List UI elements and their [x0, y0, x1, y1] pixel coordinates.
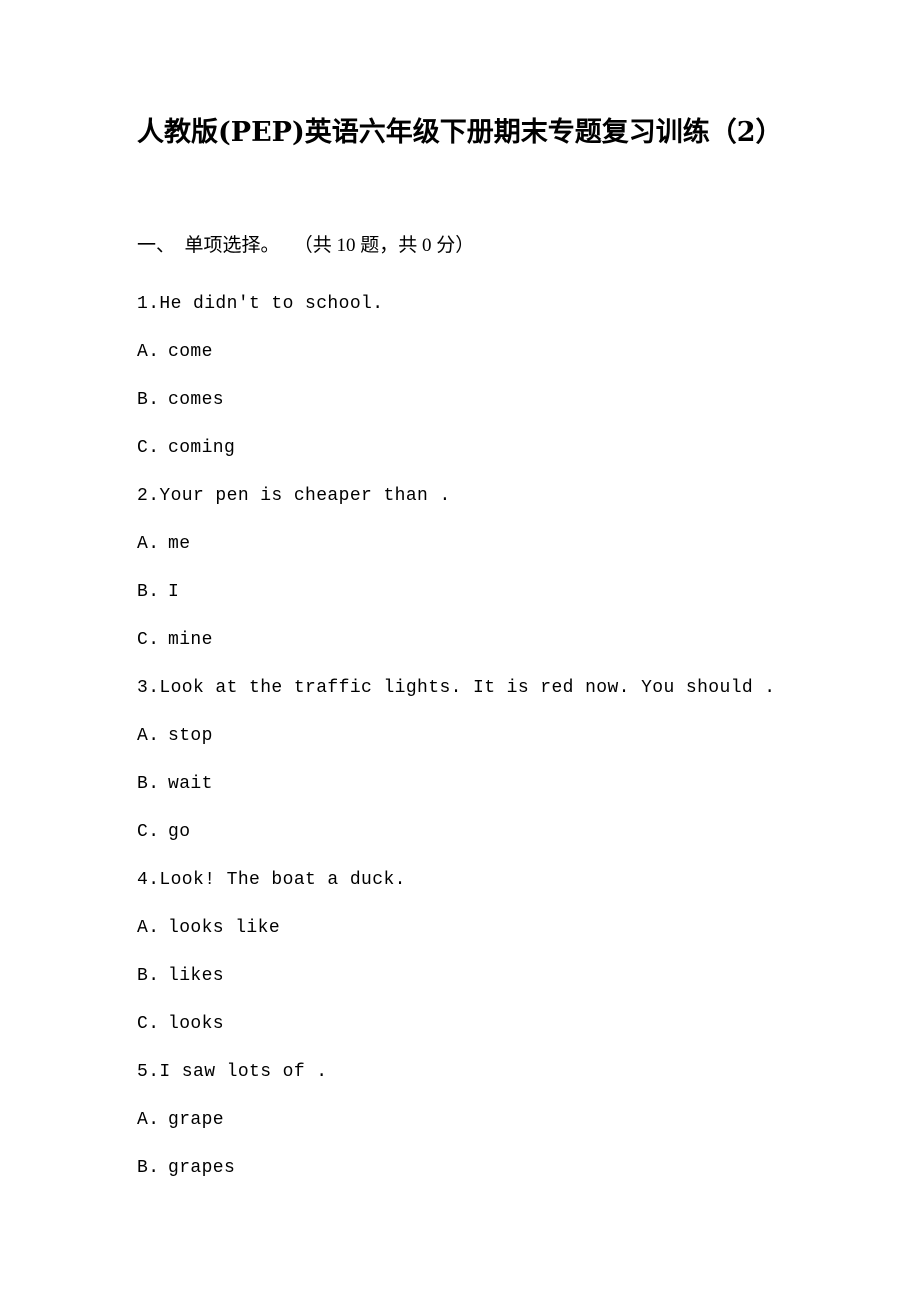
question-option[interactable]: A. me — [137, 520, 877, 568]
question-stem: 3.Look at the traffic lights. It is red … — [137, 678, 776, 698]
question-option[interactable]: A. grape — [137, 1096, 877, 1144]
question-option[interactable]: C. looks — [137, 1000, 877, 1048]
option-label: A. — [137, 534, 160, 554]
option-text: mine — [168, 630, 213, 650]
option-text: looks like — [168, 918, 281, 938]
question-item: 2.Your pen is cheaper than . A. me B. I C.… — [137, 472, 877, 664]
question-option[interactable]: B. I — [137, 568, 877, 616]
option-text: grape — [168, 1110, 225, 1130]
section-header-multiple-choice: 一、 单项选择。 （共 10 题，共 0 分） — [137, 235, 475, 256]
option-label: B. — [137, 582, 160, 602]
option-label: C. — [137, 630, 160, 650]
question-stem: 1.He didn't to school. — [137, 294, 384, 314]
question-option[interactable]: B. likes — [137, 952, 877, 1000]
option-text: looks — [168, 1014, 225, 1034]
option-label: A. — [137, 1110, 160, 1130]
question-item: 4.Look! The boat a duck. A. looks like B.… — [137, 856, 877, 1048]
question-option[interactable]: C. mine — [137, 616, 877, 664]
page-title: 人教版(PEP)英语六年级下册期末专题复习训练（2） — [137, 117, 783, 148]
question-option[interactable]: B. comes — [137, 376, 877, 424]
question-option[interactable]: C. coming — [137, 424, 877, 472]
question-stem: 5.I saw lots of . — [137, 1062, 328, 1082]
question-option[interactable]: C. go — [137, 808, 877, 856]
option-text: comes — [168, 390, 225, 410]
option-text: wait — [168, 774, 213, 794]
option-label: A. — [137, 342, 160, 362]
option-label: C. — [137, 1014, 160, 1034]
question-option[interactable]: B. wait — [137, 760, 877, 808]
question-option[interactable]: A. stop — [137, 712, 877, 760]
document-page: 人教版(PEP)英语六年级下册期末专题复习训练（2） 一、 单项选择。 （共 1… — [0, 0, 920, 1302]
option-label: A. — [137, 918, 160, 938]
option-label: C. — [137, 438, 160, 458]
option-label: B. — [137, 390, 160, 410]
option-label: A. — [137, 726, 160, 746]
option-text: coming — [168, 438, 236, 458]
option-label: B. — [137, 774, 160, 794]
question-stem: 2.Your pen is cheaper than . — [137, 486, 451, 506]
option-text: come — [168, 342, 213, 362]
option-text: likes — [168, 966, 225, 986]
option-label: C. — [137, 822, 160, 842]
option-text: stop — [168, 726, 213, 746]
question-option[interactable]: A. looks like — [137, 904, 877, 952]
question-list: 1.He didn't to school. A. come B. comes C.… — [137, 280, 877, 1192]
option-text: I — [168, 582, 180, 602]
option-text: go — [168, 822, 191, 842]
question-item: 5.I saw lots of . A. grape B. grapes — [137, 1048, 877, 1192]
option-text: grapes — [168, 1158, 236, 1178]
question-item: 1.He didn't to school. A. come B. comes C.… — [137, 280, 877, 472]
option-label: B. — [137, 966, 160, 986]
option-text: me — [168, 534, 191, 554]
question-option[interactable]: A. come — [137, 328, 877, 376]
question-stem: 4.Look! The boat a duck. — [137, 870, 406, 890]
question-item: 3.Look at the traffic lights. It is red … — [137, 664, 877, 856]
question-option[interactable]: B. grapes — [137, 1144, 877, 1192]
option-label: B. — [137, 1158, 160, 1178]
